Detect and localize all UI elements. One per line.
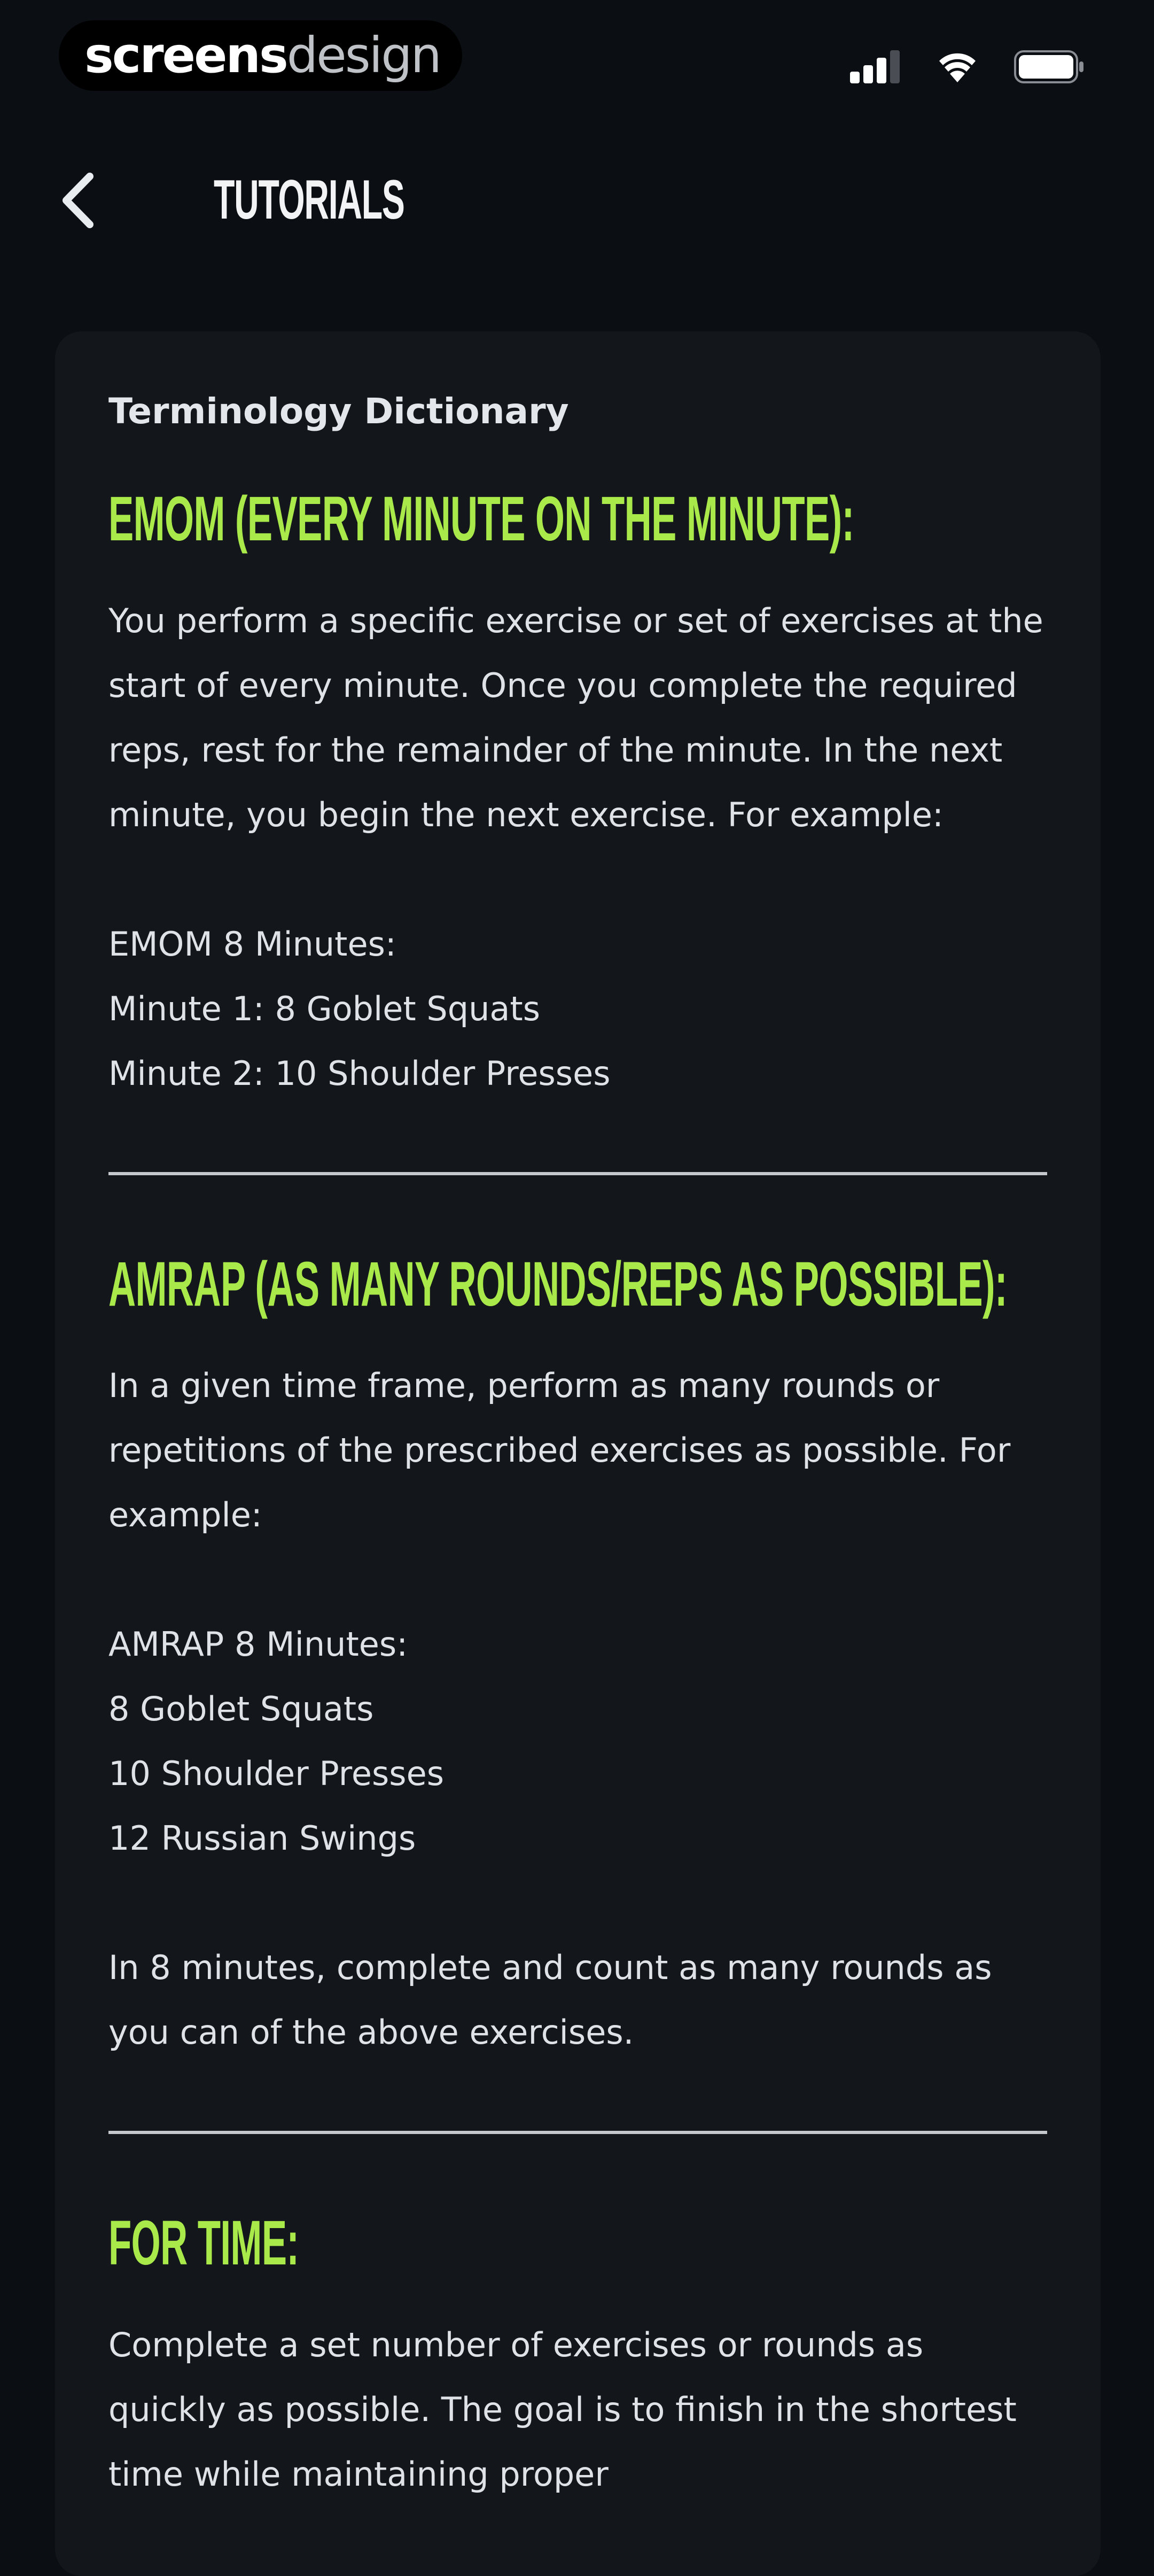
- section-line: Minute 1: 8 Goblet Squats: [108, 989, 540, 1028]
- section-paragraph: In a given time frame, perform as many r…: [108, 1366, 1011, 1535]
- section-body: Complete a set number of exercises or ro…: [108, 2313, 1047, 2507]
- section-divider: [108, 1171, 1047, 1175]
- battery-icon: [1014, 50, 1083, 83]
- section-amrap: AMRAP (AS MANY ROUNDS/REPS AS POSSIBLE):…: [108, 1247, 1047, 2065]
- brand-logo-bold: screens: [84, 27, 288, 84]
- chevron-left-icon: [63, 173, 93, 228]
- section-line: 12 Russian Swings: [108, 1819, 416, 1858]
- nav-bar: TUTORIALS: [0, 155, 1154, 246]
- section-body: In a given time frame, perform as many r…: [108, 1353, 1047, 2065]
- section-for-time: FOR TIME: Complete a set number of exerc…: [108, 2206, 1047, 2507]
- section-heading: AMRAP (AS MANY ROUNDS/REPS AS POSSIBLE):: [108, 1248, 1008, 1320]
- section-line: EMOM 8 Minutes:: [108, 924, 396, 964]
- section-line: Minute 2: 10 Shoulder Presses: [108, 1053, 611, 1093]
- section-paragraph: You perform a specific exercise or set o…: [108, 601, 1043, 834]
- signal-icon: [850, 50, 900, 83]
- section-body: You perform a specific exercise or set o…: [108, 588, 1047, 1106]
- wifi-icon: [939, 53, 976, 82]
- section-emom: EMOM (EVERY MINUTE ON THE MINUTE): You p…: [108, 482, 1047, 1106]
- section-paragraph: In 8 minutes, complete and count as many…: [108, 1948, 992, 2052]
- section-line: AMRAP 8 Minutes:: [108, 1625, 408, 1664]
- brand-logo-light: design: [286, 27, 442, 84]
- section-line: 8 Goblet Squats: [108, 1689, 374, 1729]
- section-paragraph: Complete a set number of exercises or ro…: [108, 2325, 1017, 2494]
- page-title: TUTORIALS: [214, 169, 405, 231]
- status-bar: screens design: [0, 0, 1154, 123]
- section-line: 10 Shoulder Presses: [108, 1754, 445, 1794]
- brand-logo: screens design: [59, 20, 462, 91]
- card-title: Terminology Dictionary: [108, 391, 569, 432]
- back-button[interactable]: [45, 166, 110, 235]
- section-heading: FOR TIME:: [108, 2208, 299, 2279]
- terminology-card: Terminology Dictionary EMOM (EVERY MINUT…: [55, 331, 1101, 2576]
- section-divider: [108, 2131, 1047, 2135]
- status-icons: [850, 43, 1085, 91]
- section-heading: EMOM (EVERY MINUTE ON THE MINUTE):: [108, 484, 854, 555]
